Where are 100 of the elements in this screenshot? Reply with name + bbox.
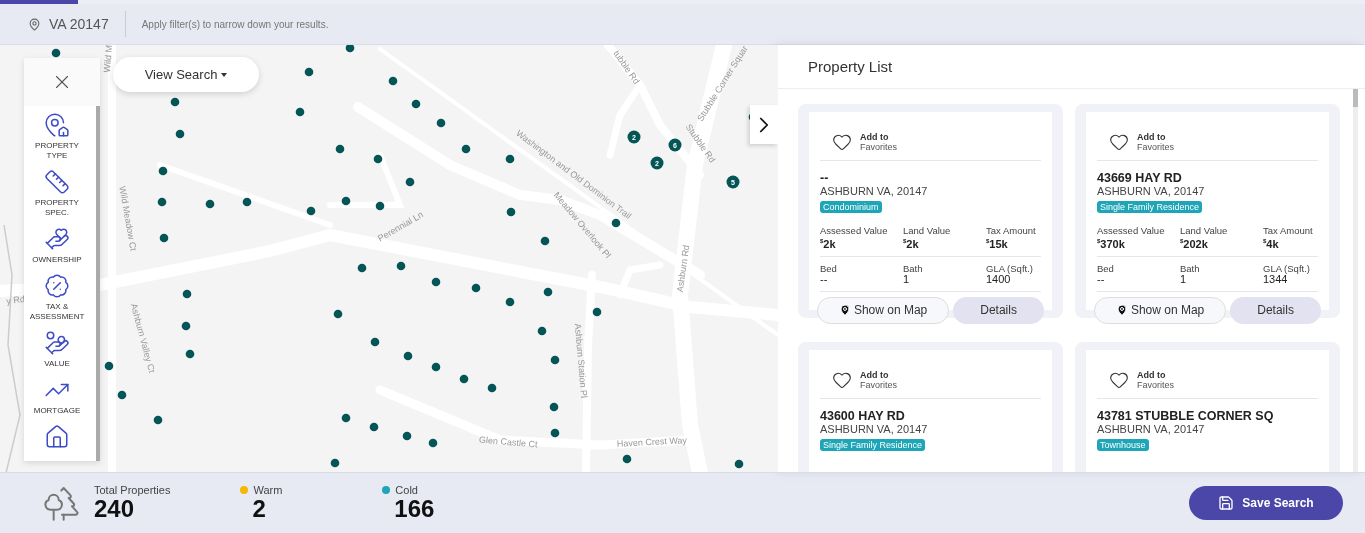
map-marker[interactable] bbox=[369, 422, 379, 432]
heart-icon[interactable] bbox=[1109, 370, 1129, 390]
map-marker[interactable] bbox=[175, 129, 185, 139]
map-marker[interactable] bbox=[333, 309, 343, 319]
heart-icon[interactable] bbox=[1109, 132, 1129, 152]
stat-label: Land Value bbox=[1180, 225, 1229, 236]
fact-value: -- bbox=[820, 273, 829, 285]
map-marker[interactable] bbox=[428, 438, 438, 448]
fact-value: 1 bbox=[903, 273, 911, 285]
map-marker[interactable] bbox=[550, 428, 560, 438]
fact-label: GLA (Sqft.) bbox=[986, 262, 1034, 274]
map-marker[interactable] bbox=[341, 196, 351, 206]
property-city: ASHBURN VA, 20147 bbox=[820, 185, 929, 197]
map-marker[interactable] bbox=[505, 297, 515, 307]
filter-category[interactable]: VALUE bbox=[25, 330, 89, 369]
add-favorites-label[interactable]: Add to bbox=[1137, 132, 1174, 142]
favorites-label[interactable]: Favorites bbox=[860, 380, 897, 390]
stat-label: Assessed Value bbox=[820, 225, 889, 236]
save-search-button[interactable]: Save Search bbox=[1189, 486, 1343, 520]
map-pin-icon bbox=[838, 304, 851, 317]
filter-category[interactable]: PROPERTY TYPE bbox=[25, 112, 89, 161]
map-marker[interactable] bbox=[159, 233, 169, 243]
show-on-map-button[interactable]: Show on Map bbox=[817, 296, 950, 324]
map-marker[interactable] bbox=[431, 362, 441, 372]
map-marker[interactable] bbox=[205, 199, 215, 209]
favorites-label[interactable]: Favorites bbox=[860, 142, 897, 152]
map-marker[interactable] bbox=[402, 431, 412, 441]
fact-value: -- bbox=[1097, 273, 1106, 285]
map-marker[interactable] bbox=[537, 326, 547, 336]
map-marker[interactable] bbox=[396, 261, 406, 271]
heart-icon[interactable] bbox=[832, 132, 852, 152]
map-marker[interactable] bbox=[345, 45, 355, 53]
map-marker[interactable] bbox=[335, 144, 345, 154]
map-marker[interactable] bbox=[622, 454, 632, 464]
map-marker[interactable] bbox=[550, 355, 560, 365]
property-address: 43669 HAY RD bbox=[1097, 172, 1183, 185]
map-marker[interactable] bbox=[543, 287, 553, 297]
hand-coins-icon bbox=[44, 330, 70, 356]
map-marker[interactable] bbox=[403, 351, 413, 361]
add-favorites-label[interactable]: Add to bbox=[860, 132, 897, 142]
map-marker[interactable] bbox=[734, 459, 744, 469]
map-marker[interactable] bbox=[157, 197, 167, 207]
fact-value: 1400 bbox=[986, 273, 1011, 285]
stat-value: $^{$}$2k bbox=[820, 236, 837, 250]
show-on-map-button[interactable]: Show on Map bbox=[1094, 296, 1227, 324]
map-marker[interactable] bbox=[431, 277, 441, 287]
map-marker[interactable] bbox=[506, 207, 516, 217]
add-favorites-label[interactable]: Add to bbox=[1137, 370, 1174, 380]
map-marker[interactable] bbox=[540, 236, 550, 246]
map-marker[interactable] bbox=[51, 48, 61, 58]
filter-category[interactable]: TAX & ASSESSMENT bbox=[25, 273, 89, 322]
map-marker[interactable] bbox=[117, 390, 127, 400]
map-marker[interactable] bbox=[341, 413, 351, 423]
map-marker[interactable] bbox=[592, 307, 602, 317]
map-marker[interactable] bbox=[373, 154, 383, 164]
view-search-button[interactable]: View Search bbox=[113, 57, 259, 92]
map-marker[interactable] bbox=[304, 67, 314, 77]
collapse-button[interactable] bbox=[750, 105, 778, 144]
map-pin-icon bbox=[1115, 304, 1128, 317]
map-marker[interactable] bbox=[242, 197, 252, 207]
favorites-label[interactable]: Favorites bbox=[1137, 380, 1174, 390]
map-marker[interactable] bbox=[158, 166, 168, 176]
filter-category[interactable]: MORTGAGE bbox=[25, 377, 89, 416]
map-marker[interactable] bbox=[104, 361, 114, 371]
map-marker[interactable] bbox=[611, 218, 621, 228]
map-marker[interactable] bbox=[185, 349, 195, 359]
filter-category[interactable]: PROPERTY SPEC. bbox=[25, 169, 89, 218]
map-marker[interactable] bbox=[411, 99, 421, 109]
map-marker[interactable] bbox=[306, 206, 316, 216]
filter-category[interactable]: OWNERSHIP bbox=[25, 226, 89, 265]
heart-icon[interactable] bbox=[832, 370, 852, 390]
map-marker[interactable] bbox=[405, 177, 415, 187]
map-marker[interactable] bbox=[487, 383, 497, 393]
map-marker[interactable] bbox=[330, 458, 340, 468]
map-marker[interactable] bbox=[370, 337, 380, 347]
total-label: Total Properties bbox=[94, 484, 171, 496]
favorites-label[interactable]: Favorites bbox=[1137, 142, 1174, 152]
group-count: 2 bbox=[252, 496, 267, 522]
details-button[interactable]: Details bbox=[953, 296, 1044, 324]
map-marker[interactable] bbox=[153, 415, 163, 425]
map-marker[interactable] bbox=[375, 201, 385, 211]
map-marker[interactable] bbox=[461, 144, 471, 154]
add-favorites-label[interactable]: Add to bbox=[860, 370, 897, 380]
scrollbar[interactable] bbox=[1353, 89, 1358, 472]
map-marker[interactable] bbox=[170, 97, 180, 107]
details-button[interactable]: Details bbox=[1230, 296, 1321, 324]
map-marker[interactable] bbox=[181, 321, 191, 331]
map-marker[interactable] bbox=[388, 76, 398, 86]
map-marker[interactable] bbox=[459, 374, 469, 384]
map-marker[interactable] bbox=[436, 118, 446, 128]
map-marker[interactable] bbox=[295, 107, 305, 117]
street-label: Ashburn Station Pl bbox=[572, 323, 590, 399]
property-type-tag: Single Family Residence bbox=[1097, 201, 1203, 213]
map-marker[interactable] bbox=[182, 289, 192, 299]
map-marker[interactable] bbox=[549, 402, 559, 412]
map-marker[interactable] bbox=[471, 283, 481, 293]
stat-value: $^{$}$4k bbox=[1263, 236, 1280, 250]
map-marker[interactable] bbox=[357, 263, 367, 273]
map-marker[interactable] bbox=[505, 154, 515, 164]
street-label: Wild M bbox=[101, 45, 115, 73]
